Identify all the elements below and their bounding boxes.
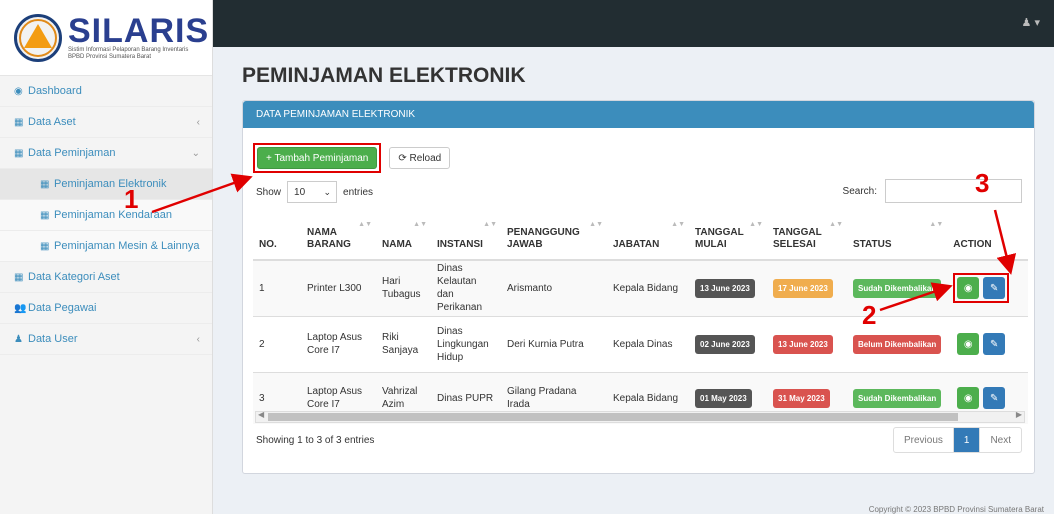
arrow-2 (879, 282, 953, 312)
annotation-number-2: 2 (862, 300, 877, 330)
annotation-number-3: 3 (975, 168, 990, 198)
annotation-arrows (151, 173, 1017, 312)
arrow-3 (993, 209, 1017, 275)
arrow-1 (151, 173, 253, 214)
annotation-number-1: 1 (124, 184, 139, 214)
